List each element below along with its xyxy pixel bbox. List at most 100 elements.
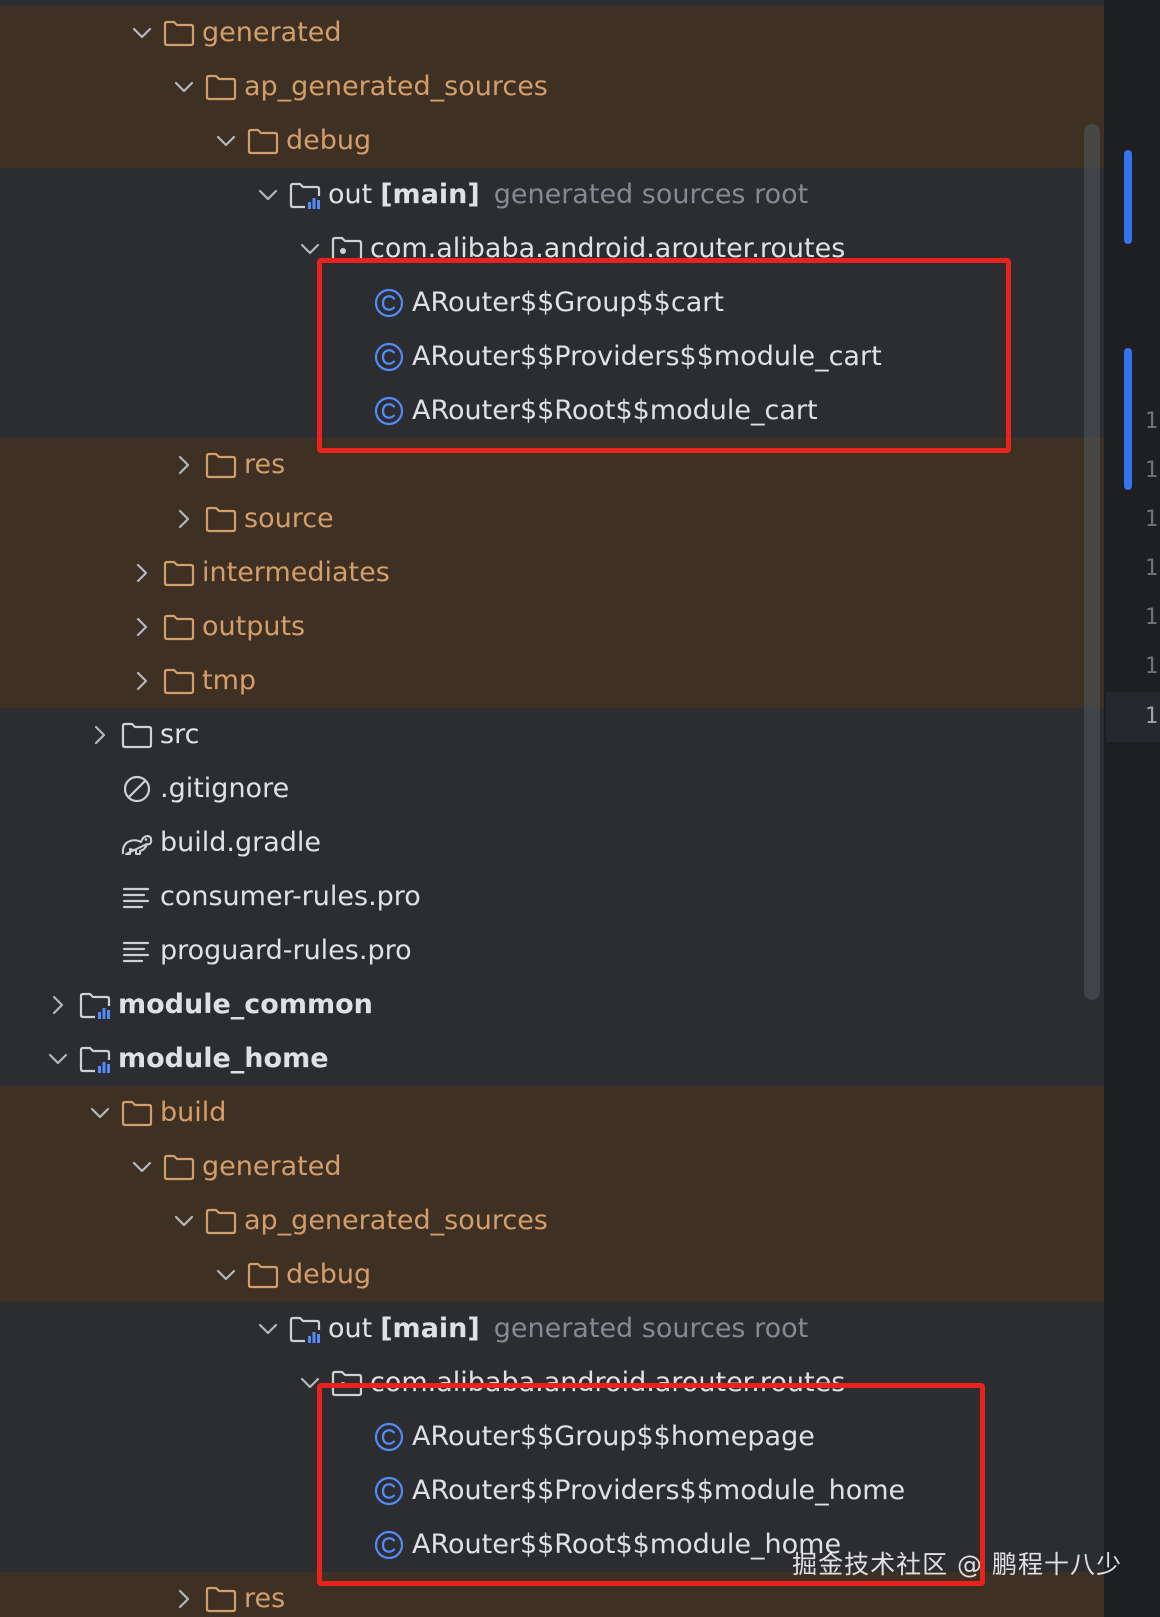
chevron-down-icon[interactable]: [130, 1155, 154, 1179]
item-name: ARouter$$Root$$module_home: [412, 1529, 842, 1560]
tree-row[interactable]: ap_generated_sources: [0, 60, 1104, 114]
tree-row[interactable]: module_home: [0, 1032, 1104, 1086]
tree-row[interactable]: proguard-rules.pro: [0, 924, 1104, 978]
tree-row-class[interactable]: ARouter$$Root$$module_cart: [0, 384, 1104, 438]
chevron-down-icon[interactable]: [88, 1101, 112, 1125]
item-name: res: [244, 449, 286, 480]
folder-icon: [120, 1097, 154, 1129]
tree-row[interactable]: build.gradle: [0, 816, 1104, 870]
tree-item-label: ap_generated_sources: [244, 1194, 548, 1248]
chevron-down-icon[interactable]: [256, 1317, 280, 1341]
tree-item-label: build: [160, 1086, 226, 1140]
tree-row[interactable]: generated: [0, 6, 1104, 60]
chevron-down-icon[interactable]: [214, 1263, 238, 1287]
module-icon: [78, 989, 112, 1021]
tree-row[interactable]: debug: [0, 1248, 1104, 1302]
tree-item-label: build.gradle: [160, 816, 321, 870]
tree-item-label: .gitignore: [160, 762, 289, 816]
tree-row[interactable]: module_common: [0, 978, 1104, 1032]
generated-root-icon: [288, 1313, 322, 1345]
tree-row-class[interactable]: ARouter$$Group$$homepage: [0, 1410, 1104, 1464]
class-icon: [372, 1529, 406, 1561]
tree-item-label: module_common: [118, 978, 373, 1032]
line-number: 1: [1144, 556, 1158, 581]
current-line: 1: [1106, 692, 1160, 742]
tree-row[interactable]: .gitignore: [0, 762, 1104, 816]
tree-row[interactable]: source: [0, 492, 1104, 546]
item-name: ARouter$$Providers$$module_cart: [412, 341, 882, 372]
folder-icon: [246, 1259, 280, 1291]
chevron-right-icon[interactable]: [46, 993, 70, 1017]
tree-row[interactable]: com.alibaba.android.arouter.routes: [0, 222, 1104, 276]
tree-row[interactable]: res: [0, 438, 1104, 492]
folder-icon: [204, 71, 238, 103]
tree-row[interactable]: src: [0, 708, 1104, 762]
tree-row[interactable]: intermediates: [0, 546, 1104, 600]
tree-item-label: ARouter$$Root$$module_home: [412, 1518, 841, 1572]
chevron-down-icon[interactable]: [298, 1371, 322, 1395]
item-name: generated: [202, 17, 342, 48]
item-name: ap_generated_sources: [244, 71, 548, 102]
tree-scrollbar[interactable]: [1084, 124, 1100, 1000]
tree-item-label: outputs: [202, 600, 305, 654]
tree-item-label: debug: [286, 1248, 371, 1302]
folder-icon: [162, 611, 196, 643]
tree-item-label: ARouter$$Providers$$module_cart: [412, 330, 882, 384]
item-name: out: [328, 179, 373, 210]
class-icon: [372, 341, 406, 373]
line-number: 1: [1144, 654, 1158, 679]
chevron-right-icon[interactable]: [172, 507, 196, 531]
tree-item-label: consumer-rules.pro: [160, 870, 421, 924]
tree-row-class[interactable]: ARouter$$Group$$cart: [0, 276, 1104, 330]
folder-icon: [204, 449, 238, 481]
line-number: 1: [1144, 507, 1158, 532]
chevron-down-icon[interactable]: [298, 237, 322, 261]
line-number: 1: [1144, 409, 1158, 434]
item-name: source: [244, 503, 334, 534]
tree-item-label: src: [160, 708, 199, 762]
tree-row[interactable]: out [main] generated sources root: [0, 1302, 1104, 1356]
item-name: module_common: [118, 989, 373, 1020]
chevron-down-icon[interactable]: [256, 183, 280, 207]
tree-row[interactable]: debug: [0, 114, 1104, 168]
tree-item-label: proguard-rules.pro: [160, 924, 412, 978]
item-name: .gitignore: [160, 773, 290, 804]
tree-item-label: res: [244, 1572, 285, 1617]
chevron-down-icon[interactable]: [172, 75, 196, 99]
tree-row[interactable]: tmp: [0, 654, 1104, 708]
folder-icon: [162, 665, 196, 697]
chevron-down-icon[interactable]: [130, 21, 154, 45]
item-name: src: [160, 719, 200, 750]
tree-row[interactable]: build: [0, 1086, 1104, 1140]
item-name: build: [160, 1097, 227, 1128]
chevron-right-icon[interactable]: [88, 723, 112, 747]
item-name: ARouter$$Group$$cart: [412, 287, 724, 318]
package-icon: [330, 233, 364, 265]
tree-row[interactable]: com.alibaba.android.arouter.routes: [0, 1356, 1104, 1410]
tree-row[interactable]: outputs: [0, 600, 1104, 654]
tree-row-class[interactable]: ARouter$$Providers$$module_cart: [0, 330, 1104, 384]
chevron-right-icon[interactable]: [130, 669, 154, 693]
project-tree[interactable]: generated ap_generated_sources debug out [ma…: [0, 0, 1104, 1617]
item-name: ARouter$$Group$$homepage: [412, 1421, 815, 1452]
tree-row-class[interactable]: ARouter$$Providers$$module_home: [0, 1464, 1104, 1518]
chevron-right-icon[interactable]: [130, 615, 154, 639]
tree-row[interactable]: consumer-rules.pro: [0, 870, 1104, 924]
tree-row[interactable]: generated: [0, 1140, 1104, 1194]
text-file-icon: [120, 935, 154, 967]
chevron-right-icon[interactable]: [130, 561, 154, 585]
chevron-down-icon[interactable]: [46, 1047, 70, 1071]
tree-item-label: module_home: [118, 1032, 329, 1086]
class-icon: [372, 1475, 406, 1507]
chevron-right-icon[interactable]: [172, 453, 196, 477]
line-number: 1: [1144, 704, 1158, 729]
tree-row[interactable]: ap_generated_sources: [0, 1194, 1104, 1248]
module-icon: [78, 1043, 112, 1075]
tree-row[interactable]: out [main] generated sources root: [0, 168, 1104, 222]
ignore-file-icon: [120, 773, 154, 805]
chevron-down-icon[interactable]: [214, 129, 238, 153]
gradle-icon: [120, 827, 154, 859]
tree-item-label: debug: [286, 114, 371, 168]
chevron-right-icon[interactable]: [172, 1587, 196, 1611]
chevron-down-icon[interactable]: [172, 1209, 196, 1233]
